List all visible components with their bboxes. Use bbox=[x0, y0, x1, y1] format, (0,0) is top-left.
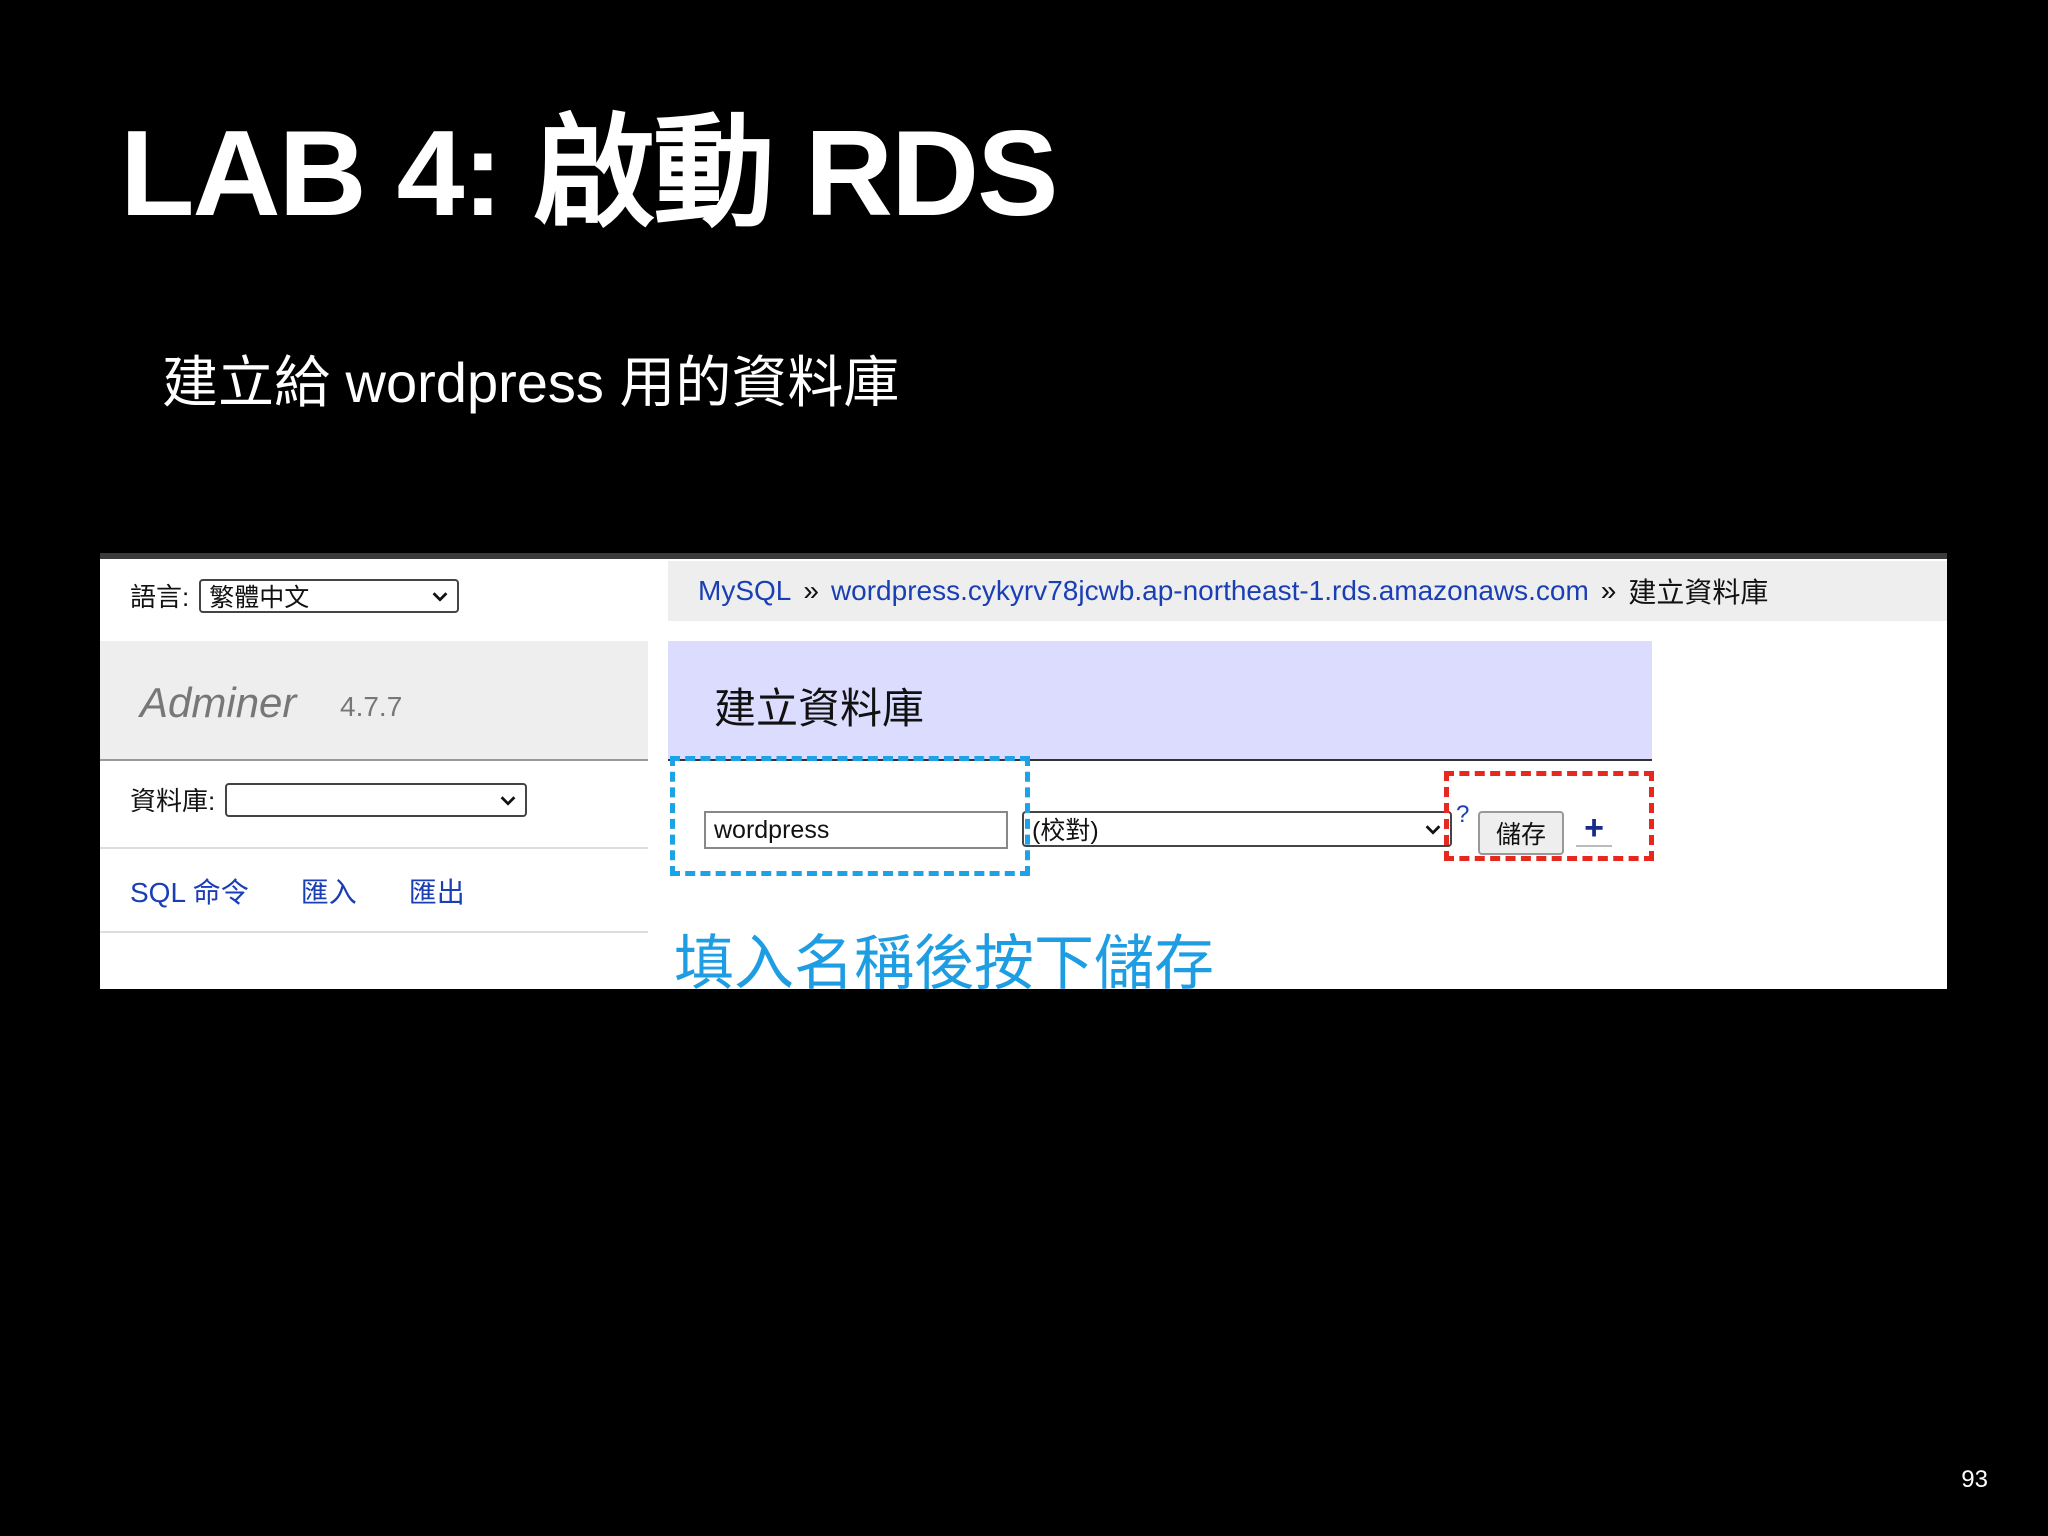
sidebar: 語言: 繁體中文 Adminer 4.7.7 資料庫: SQL 命令 匯入 匯出 bbox=[100, 559, 650, 989]
brand-header: Adminer 4.7.7 bbox=[100, 641, 648, 761]
brand-name[interactable]: Adminer bbox=[140, 679, 296, 727]
breadcrumb: MySQL » wordpress.cykyrv78jcwb.ap-northe… bbox=[668, 561, 1947, 621]
breadcrumb-host[interactable]: wordpress.cykyrv78jcwb.ap-northeast-1.rd… bbox=[831, 575, 1589, 607]
chevron-down-icon bbox=[500, 795, 516, 806]
page-title: 建立資料庫 bbox=[714, 685, 925, 732]
link-sql-command[interactable]: SQL 命令 bbox=[130, 871, 249, 911]
breadcrumb-separator: » bbox=[1600, 575, 1617, 606]
database-label: 資料庫: bbox=[130, 786, 216, 816]
page-heading: 建立資料庫 bbox=[668, 641, 1652, 761]
divider bbox=[100, 931, 648, 933]
slide-subtitle: 建立給 wordpress 用的資料庫 bbox=[162, 351, 900, 414]
collation-select-value: (校對) bbox=[1032, 817, 1099, 845]
link-export[interactable]: 匯出 bbox=[409, 871, 465, 911]
brand-version: 4.7.7 bbox=[340, 691, 403, 722]
chevron-down-icon bbox=[432, 591, 448, 602]
link-import[interactable]: 匯入 bbox=[301, 871, 357, 911]
language-row: 語言: 繁體中文 bbox=[130, 577, 460, 614]
slide-title: LAB 4: 啟動 RDS bbox=[120, 105, 1058, 241]
highlight-save-button bbox=[1444, 771, 1654, 861]
breadcrumb-root[interactable]: MySQL bbox=[698, 575, 791, 607]
highlight-name-input bbox=[670, 756, 1030, 876]
page-number: 93 bbox=[1961, 1466, 1988, 1493]
database-row: 資料庫: bbox=[130, 781, 528, 818]
collation-select[interactable]: (校對) bbox=[1022, 811, 1452, 847]
breadcrumb-current: 建立資料庫 bbox=[1628, 577, 1769, 608]
divider bbox=[100, 847, 648, 849]
sidebar-links: SQL 命令 匯入 匯出 bbox=[130, 871, 465, 911]
annotation-text: 填入名稱後按下儲存 bbox=[674, 930, 1214, 989]
chevron-down-icon bbox=[1425, 825, 1441, 835]
breadcrumb-separator: » bbox=[803, 575, 819, 606]
adminer-screenshot: 語言: 繁體中文 Adminer 4.7.7 資料庫: SQL 命令 匯入 匯出 bbox=[100, 553, 1947, 989]
language-select[interactable]: 繁體中文 bbox=[199, 578, 460, 613]
language-label: 語言: bbox=[130, 582, 190, 612]
language-select-value: 繁體中文 bbox=[209, 583, 310, 612]
database-select[interactable] bbox=[225, 782, 528, 817]
